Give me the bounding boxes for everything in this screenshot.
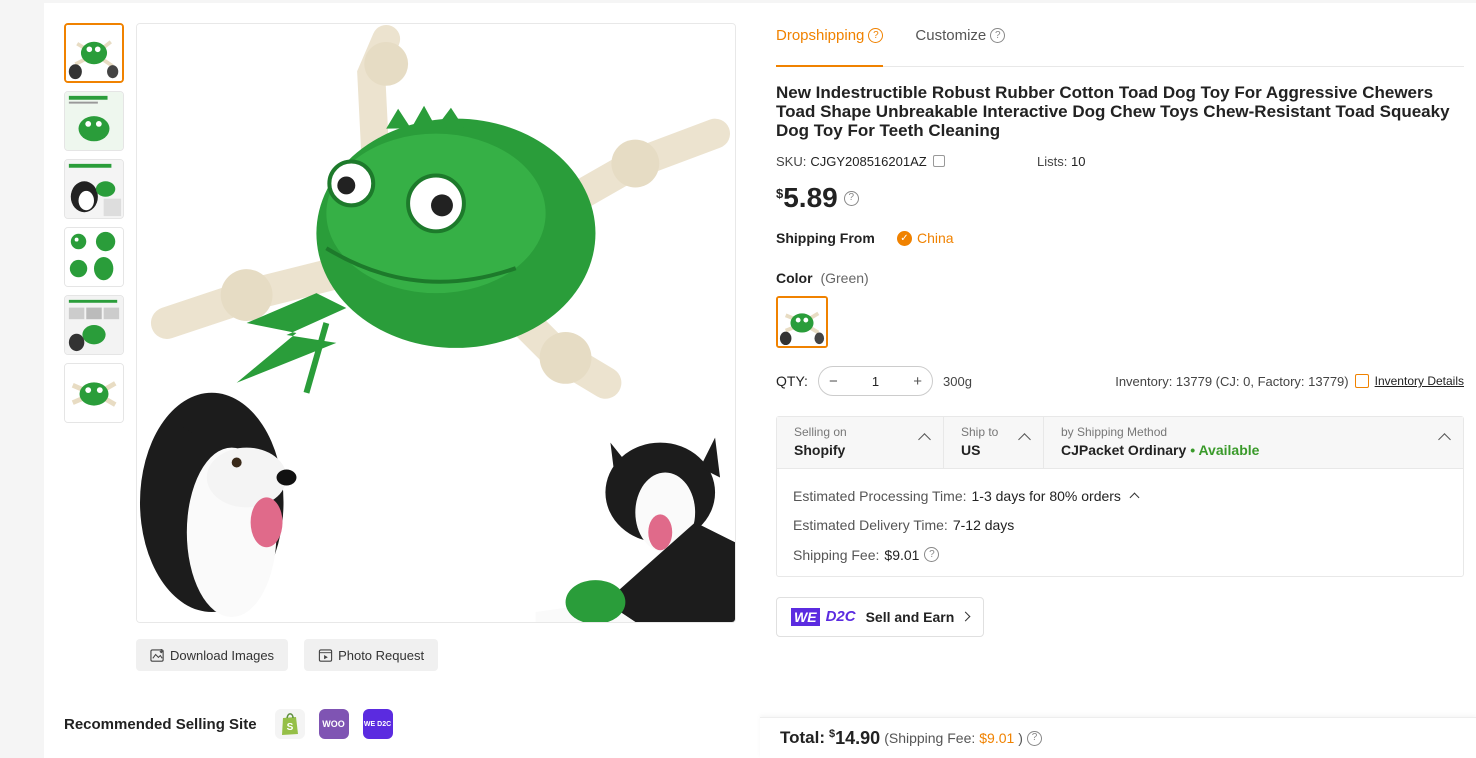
processing-time-label: Estimated Processing Time: <box>793 487 967 504</box>
product-weight: 300g <box>943 373 972 389</box>
we-d2c-sell-button[interactable]: WE D2C Sell and Earn <box>776 596 985 637</box>
tab-customize-label: Customize <box>915 27 987 44</box>
color-swatch-green[interactable] <box>776 296 828 348</box>
help-icon[interactable]: ? <box>1026 730 1042 746</box>
thumbnail-list <box>64 23 124 431</box>
price-row: $5.89 ? <box>776 180 1464 216</box>
woocommerce-icon[interactable]: WOO <box>318 709 349 739</box>
quantity-row: QTY: − 1 + 300g Inventory: 13779 (CJ: 0,… <box>776 366 1464 396</box>
total-amount: 14.90 <box>835 727 881 748</box>
help-icon[interactable]: ? <box>868 28 884 43</box>
processing-time-row: Estimated Processing Time: 1-3 days for … <box>793 481 1447 511</box>
tab-customize[interactable]: Customize ? <box>915 5 1006 66</box>
thumbnail-6[interactable] <box>64 363 124 423</box>
tab-dropshipping-label: Dropshipping <box>776 27 865 44</box>
total-fee-value: $9.01 <box>979 730 1015 746</box>
color-row: Color (Green) <box>776 270 1464 290</box>
lists-value: 10 <box>1070 153 1086 169</box>
help-icon[interactable]: ? <box>924 547 940 563</box>
total-bar: Total: $14.90 (Shipping Fee: $9.01) ? <box>760 717 1476 758</box>
selling-on-select[interactable]: Selling on Shopify <box>777 417 944 468</box>
woo-text: WOO <box>322 719 345 729</box>
shipping-from-option[interactable]: ✓ China <box>897 230 954 246</box>
color-label: Color <box>776 270 813 286</box>
delivery-time-row: Estimated Delivery Time: 7-12 days <box>793 511 1447 541</box>
selling-on-value: Shopify <box>794 442 846 458</box>
help-icon[interactable]: ? <box>990 28 1006 43</box>
thumbnail-2[interactable] <box>64 91 124 151</box>
price-currency: $ <box>776 186 784 201</box>
delivery-time-label: Estimated Delivery Time: <box>793 517 948 534</box>
shipping-method-status: • Available <box>1190 442 1260 458</box>
chevron-up-icon[interactable] <box>1129 492 1140 503</box>
warehouse-icon <box>1354 374 1369 388</box>
wed2c-text: WE D2C <box>363 720 392 728</box>
inventory-details-link[interactable]: Inventory Details <box>1375 374 1464 388</box>
shipping-from-row: Shipping From ✓ China <box>776 228 1464 248</box>
shipping-method-value: CJPacket Ordinary <box>1061 442 1187 458</box>
tab-dropshipping[interactable]: Dropshipping ? <box>776 5 884 67</box>
download-images-button[interactable]: Download Images <box>136 639 289 671</box>
shipping-options-box: Selling on Shopify Ship to US by Shippin… <box>776 416 1464 577</box>
shopify-icon[interactable]: S <box>274 709 305 739</box>
shipping-fee-value: $9.01 <box>884 546 920 563</box>
product-info-panel: Dropshipping ? Customize ? New Indestruc… <box>776 3 1464 637</box>
ship-to-value: US <box>961 442 981 458</box>
shipping-method-select[interactable]: by Shipping Method CJPacket Ordinary • A… <box>1044 417 1463 468</box>
product-title: New Indestructible Robust Rubber Cotton … <box>776 83 1450 140</box>
photo-request-button[interactable]: Photo Request <box>304 639 439 671</box>
quantity-input[interactable]: 1 <box>872 374 879 389</box>
video-frame-icon <box>318 648 333 662</box>
total-fee-prefix: (Shipping Fee: <box>884 730 976 746</box>
thumbnail-1[interactable] <box>64 23 124 83</box>
ship-to-select[interactable]: Ship to US <box>944 417 1044 468</box>
inventory-info: Inventory: 13779 (CJ: 0, Factory: 13779)… <box>1115 374 1464 389</box>
shipping-from-label: Shipping From <box>776 230 875 246</box>
svg-text:S: S <box>286 722 293 733</box>
recommended-label: Recommended Selling Site <box>64 715 257 733</box>
lists-label: Lists: <box>1037 153 1068 169</box>
color-selected: (Green) <box>820 270 869 286</box>
sku-value: CJGY208516201AZ <box>810 153 927 169</box>
shipping-from-value: China <box>917 230 954 246</box>
processing-time-value: 1-3 days for 80% orders <box>971 487 1121 504</box>
chevron-right-icon <box>960 611 971 622</box>
qty-label: QTY: <box>776 373 808 389</box>
download-image-icon <box>150 648 164 662</box>
shipping-method-label: by Shipping Method <box>1061 425 1168 439</box>
we-logo: WE <box>791 607 820 626</box>
thumbnail-4[interactable] <box>64 227 124 287</box>
price-help-icon[interactable]: ? <box>843 190 859 206</box>
price-value: 5.89 <box>783 182 838 213</box>
check-icon: ✓ <box>897 230 912 246</box>
decrement-button[interactable]: − <box>829 373 838 390</box>
shipping-fee-label: Shipping Fee: <box>793 546 880 563</box>
we-d2c-icon[interactable]: WE D2C <box>362 709 393 739</box>
inventory-text: Inventory: 13779 (CJ: 0, Factory: 13779) <box>1115 373 1349 389</box>
recommended-selling-sites: Recommended Selling Site S WOO WE D2C <box>64 709 393 739</box>
thumbnail-5[interactable] <box>64 295 124 355</box>
sku-label: SKU: <box>776 153 807 169</box>
sell-and-earn-label: Sell and Earn <box>865 608 955 625</box>
download-images-label: Download Images <box>170 647 275 663</box>
shipping-fee-row: Shipping Fee: $9.01 ? <box>793 540 1447 570</box>
delivery-time-value: 7-12 days <box>952 517 1015 534</box>
increment-button[interactable]: + <box>913 373 922 390</box>
d2c-logo: D2C <box>825 608 856 625</box>
total-value: $14.90 <box>829 728 880 749</box>
quantity-stepper: − 1 + <box>818 366 933 396</box>
product-meta: SKU: CJGY208516201AZ Lists: 10 <box>776 152 1464 170</box>
total-fee-suffix: ) <box>1018 730 1023 746</box>
thumbnail-3[interactable] <box>64 159 124 219</box>
mode-tabs: Dropshipping ? Customize ? <box>776 3 1464 67</box>
main-product-image[interactable] <box>136 23 736 623</box>
product-price: $5.89 <box>776 182 838 214</box>
product-page: Download Images Photo Request Recommende… <box>44 3 1476 758</box>
copy-icon[interactable] <box>932 155 945 167</box>
photo-request-label: Photo Request <box>338 647 425 663</box>
total-label: Total: <box>780 728 826 747</box>
ship-to-label: Ship to <box>961 425 999 439</box>
